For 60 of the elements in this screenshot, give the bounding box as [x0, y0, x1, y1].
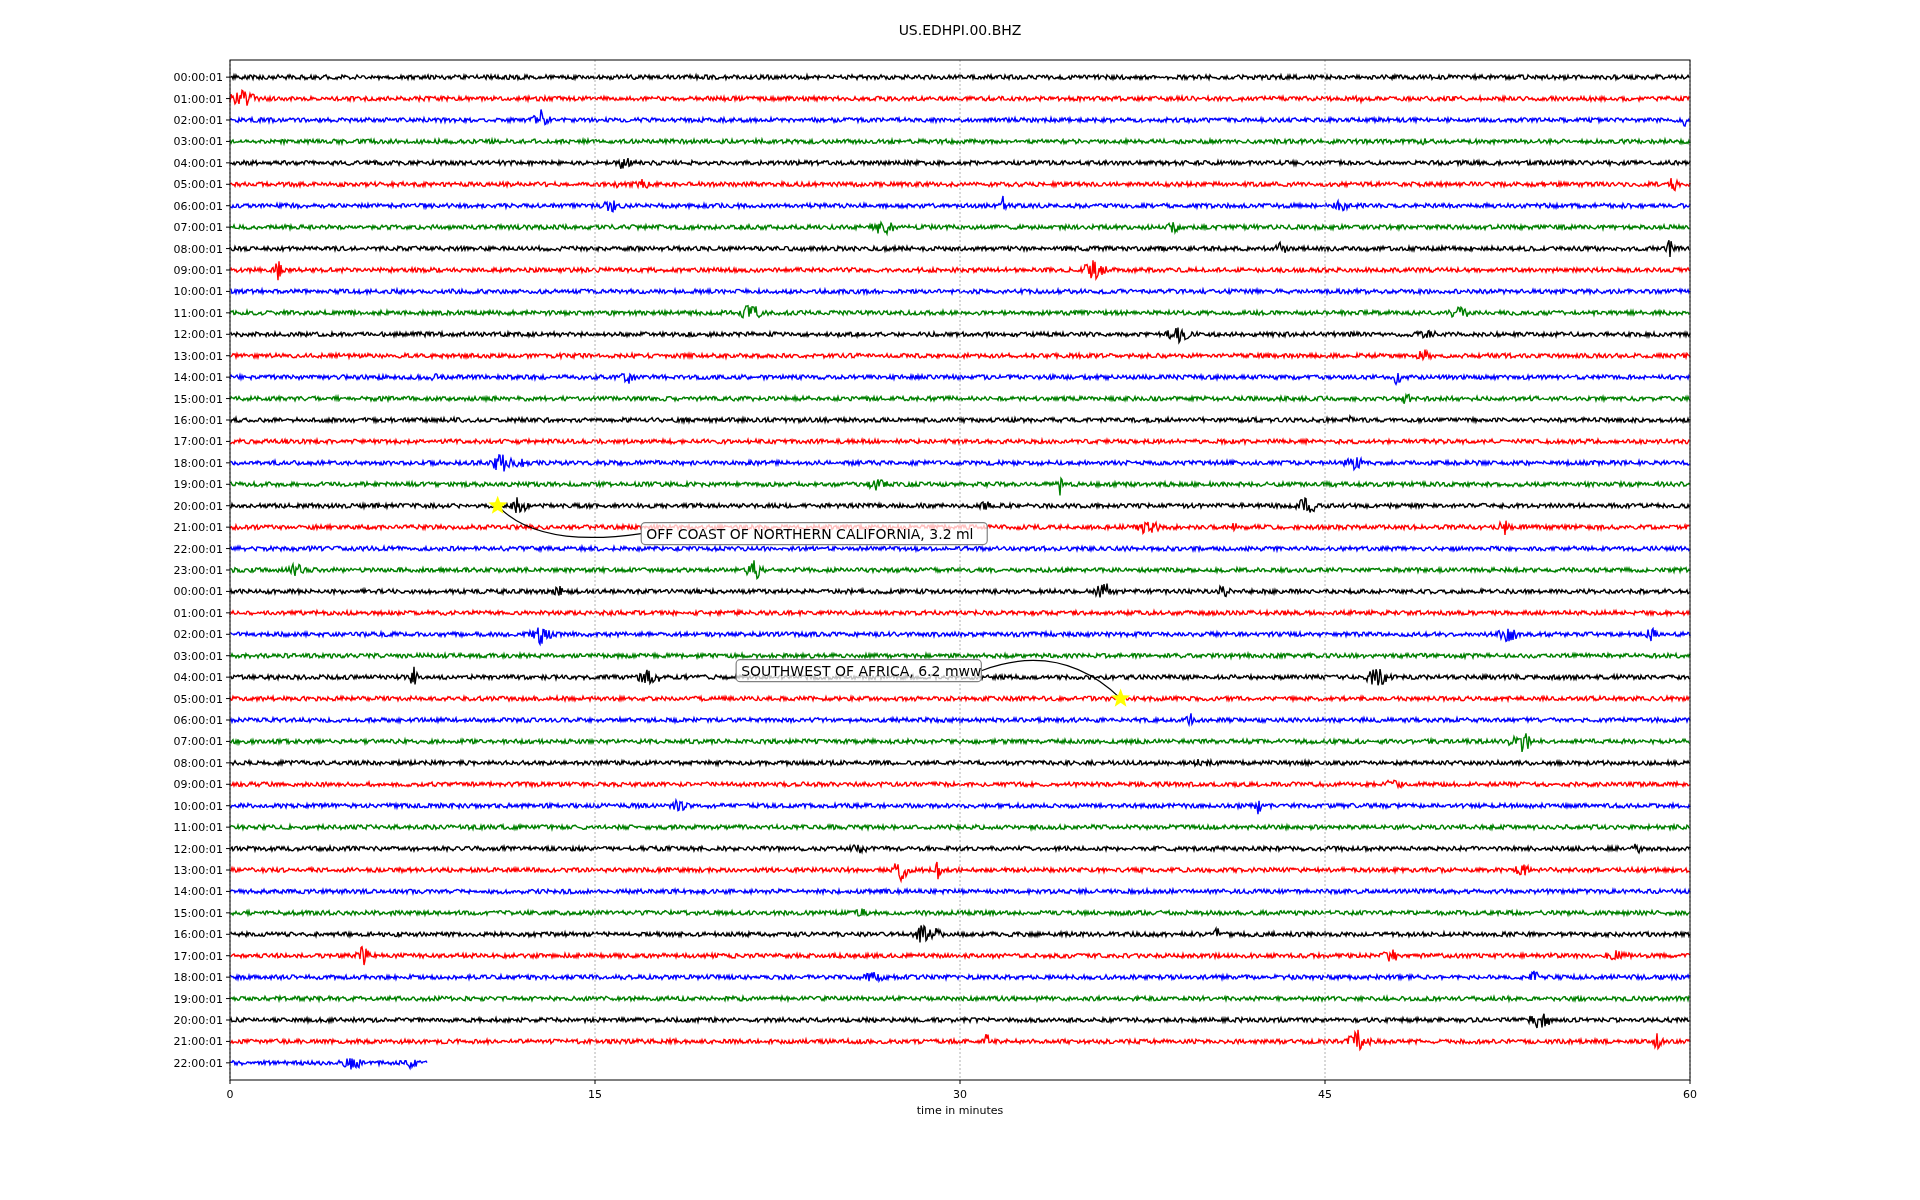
axis-tick-label: 45 — [1318, 1088, 1332, 1101]
axis-tick-label: 03:00:01 — [173, 649, 223, 663]
axis-tick-label: 21:00:01 — [173, 1035, 223, 1049]
axis-tick-label: 11:00:01 — [173, 306, 223, 320]
axis-tick-label: 15 — [588, 1088, 602, 1101]
axis-tick-label: 07:00:01 — [173, 735, 223, 749]
axis-tick-label: 04:00:01 — [173, 671, 223, 685]
axis-tick-label: 06:00:01 — [173, 714, 223, 727]
axis-tick-label: 23:00:01 — [173, 564, 223, 577]
axis-tick-label: 21:00:01 — [173, 521, 223, 535]
axis-tick-label: 06:00:01 — [173, 199, 223, 213]
axis-tick-label: 05:00:01 — [173, 692, 223, 706]
axis-tick-label: 12:00:01 — [173, 328, 223, 342]
axis-tick-label: 08:00:01 — [173, 242, 223, 256]
annotation-label: OFF COAST OF NORTHERN CALIFORNIA, 3.2 ml — [640, 521, 988, 546]
axis-tick-label: 04:00:01 — [173, 156, 223, 170]
axis-tick-label: 13:00:01 — [173, 349, 223, 363]
axis-tick-label: 15:00:01 — [173, 906, 223, 920]
chart-title: US.EDHPI.00.BHZ — [898, 22, 1022, 38]
axis-tick-label: 13:00:01 — [173, 864, 223, 877]
axis-tick-label: 18:00:01 — [173, 971, 223, 985]
axis-tick-label: 22:00:01 — [173, 1056, 223, 1070]
star-icon — [488, 495, 508, 514]
axis-tick-label: 01:00:01 — [173, 606, 223, 620]
axis-tick-label: 10:00:01 — [173, 799, 223, 813]
axis-tick-label: 22:00:01 — [173, 542, 223, 556]
annotation: SOUTHWEST OF AFRICA, 6.2 mww — [741, 662, 982, 679]
axis-tick-label: 11:00:01 — [173, 821, 223, 835]
annotation-label: SOUTHWEST OF AFRICA, 6.2 mww — [735, 659, 982, 683]
axis-tick-label: 09:00:01 — [173, 778, 223, 792]
axis-tick-label: 05:00:01 — [173, 178, 223, 192]
axis-tick-label: 09:00:01 — [173, 264, 223, 277]
annotation: OFF COAST OF NORTHERN CALIFORNIA, 3.2 ml — [646, 525, 974, 542]
axis-tick-label: 07:00:01 — [173, 221, 223, 235]
axis-tick-label: 17:00:01 — [173, 435, 223, 449]
star-icon — [1111, 688, 1131, 707]
axis-tick-label: 16:00:01 — [173, 928, 223, 942]
axis-tick-label: 0 — [226, 1088, 234, 1101]
axis-tick-label: 02:00:01 — [173, 628, 223, 642]
axis-tick-label: 30 — [953, 1088, 967, 1101]
axis-tick-label: 15:00:01 — [173, 392, 223, 406]
axis-tick-label: 19:00:01 — [173, 992, 223, 1006]
axis-tick-label: 20:00:01 — [173, 1014, 223, 1027]
axis-tick-label: 60 — [1683, 1088, 1697, 1101]
axis-tick-label: 01:00:01 — [173, 92, 223, 106]
axis-tick-label: 16:00:01 — [173, 414, 223, 427]
axis-tick-label: 02:00:01 — [173, 114, 223, 127]
axis-tick-label: 08:00:01 — [173, 756, 223, 770]
axis-tick-label: 00:00:01 — [173, 71, 223, 85]
axis-tick-label: 03:00:01 — [173, 135, 223, 149]
axis-tick-label: 18:00:01 — [173, 456, 223, 470]
axis-tick-label: 10:00:01 — [173, 285, 223, 299]
axis-tick-label: 12:00:01 — [173, 842, 223, 856]
axis-tick-label: 19:00:01 — [173, 478, 223, 492]
axis-tick-label: 00:00:01 — [173, 585, 223, 599]
x-axis-label: time in minutes — [916, 1104, 1004, 1117]
axis-tick-label: 14:00:01 — [173, 885, 223, 899]
axis-tick-label: 20:00:01 — [173, 499, 223, 513]
axis-tick-label: 17:00:01 — [173, 949, 223, 963]
axis-tick-label: 14:00:01 — [173, 371, 223, 385]
